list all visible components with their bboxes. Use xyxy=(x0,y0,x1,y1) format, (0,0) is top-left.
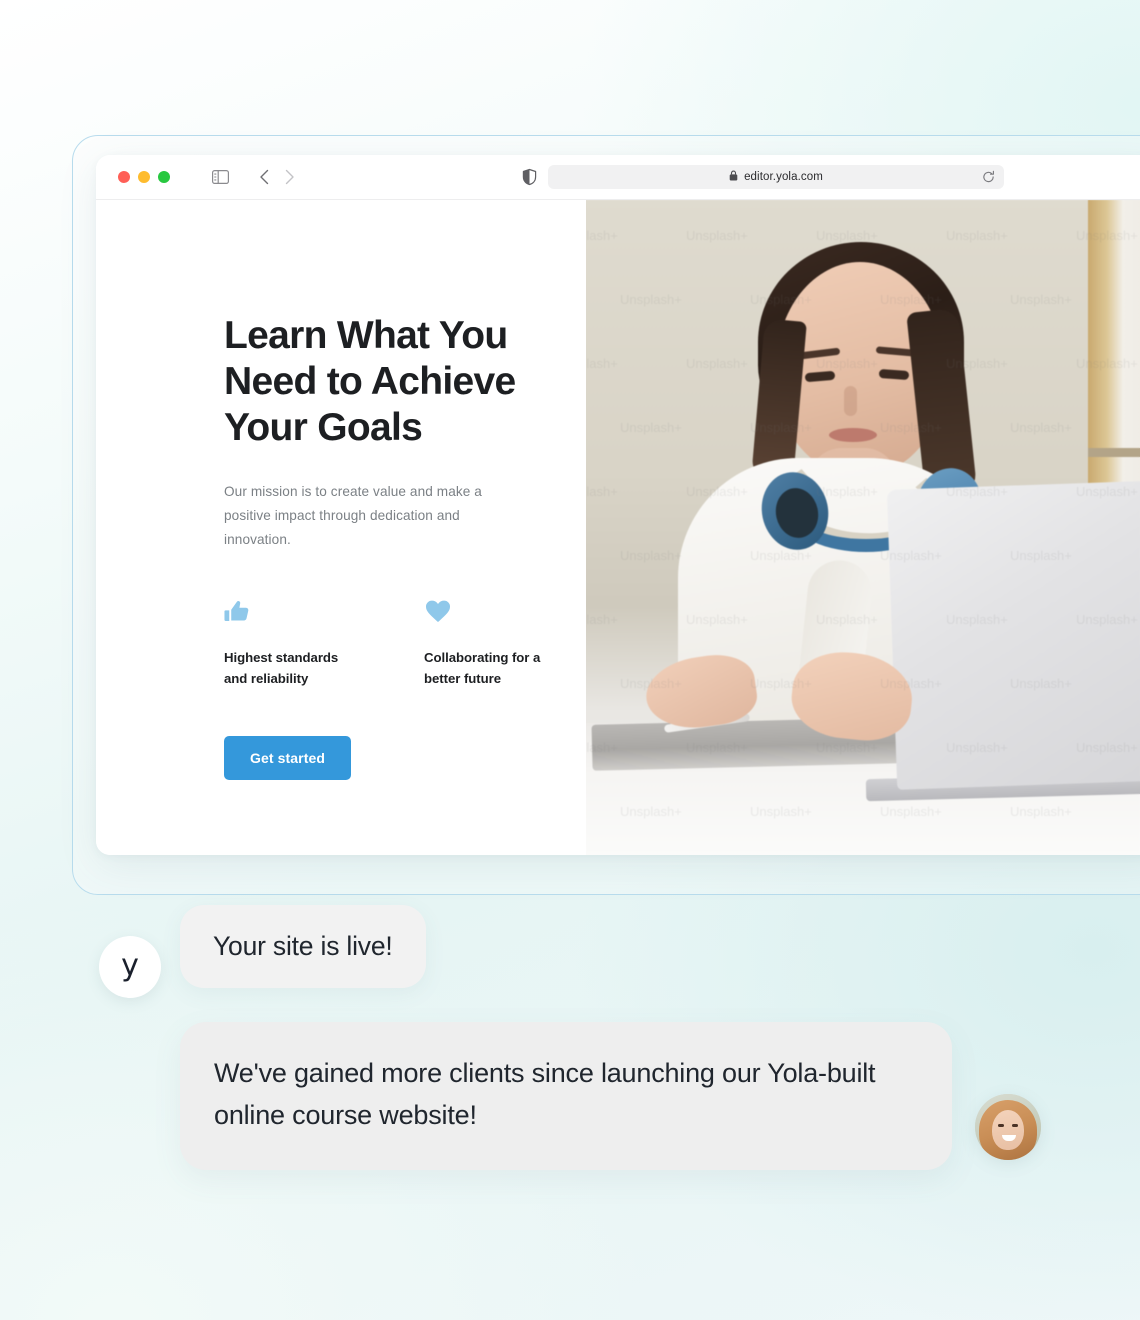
photo-watermark: Unsplash+ xyxy=(686,228,748,243)
feature-list: Highest standards and reliability Collab… xyxy=(224,598,586,689)
browser-toolbar: editor.yola.com xyxy=(96,155,1140,200)
url-bar[interactable]: editor.yola.com xyxy=(548,165,1004,189)
feature-item: Highest standards and reliability xyxy=(224,598,359,689)
photo-watermark: Unsplash+ xyxy=(586,612,618,627)
chevron-right-icon[interactable] xyxy=(284,169,295,185)
sidebar-icon[interactable] xyxy=(212,170,229,184)
url-bar-content: editor.yola.com xyxy=(729,168,823,186)
thumbs-up-icon xyxy=(224,598,359,628)
feature-label: Collaborating for a better future xyxy=(424,650,541,686)
chevron-left-icon[interactable] xyxy=(259,169,270,185)
chat-bubble-site-live: Your site is live! xyxy=(180,905,426,989)
shield-icon[interactable] xyxy=(522,168,537,186)
avatar-eye-left xyxy=(998,1124,1004,1127)
get-started-button[interactable]: Get started xyxy=(224,736,352,780)
photo-watermark: Unsplash+ xyxy=(586,484,618,499)
url-text: editor.yola.com xyxy=(744,171,823,183)
photo-watermark: Unsplash+ xyxy=(586,228,618,243)
close-button[interactable] xyxy=(118,171,130,183)
photo-watermark: Unsplash+ xyxy=(686,356,748,371)
browser-window: editor.yola.com Learn What You Need to A… xyxy=(96,155,1140,855)
brand-avatar: y xyxy=(99,936,161,998)
avatar-face xyxy=(992,1110,1024,1150)
person-nose xyxy=(844,386,857,416)
window-controls[interactable] xyxy=(118,171,170,183)
hero-text-column: Learn What You Need to Achieve Your Goal… xyxy=(96,200,586,855)
site-page-content: Learn What You Need to Achieve Your Goal… xyxy=(96,200,1140,855)
photo-watermark: Unsplash+ xyxy=(946,228,1008,243)
maximize-button[interactable] xyxy=(158,171,170,183)
avatar xyxy=(975,1094,1041,1160)
hero-image: Unsplash+ Unsplash+ Unsplash+ Unsplash+ Unsp… xyxy=(586,200,1140,855)
photo-watermark: Unsplash+ xyxy=(1010,420,1072,435)
laptop-device xyxy=(886,480,1140,790)
heart-icon xyxy=(424,598,559,628)
page-root: editor.yola.com Learn What You Need to A… xyxy=(0,0,1140,1320)
shelf-edge xyxy=(1088,448,1140,457)
photo-watermark: Unsplash+ xyxy=(816,228,878,243)
avatar-eye-right xyxy=(1012,1124,1018,1127)
chat-message-text: We've gained more clients since launchin… xyxy=(214,1058,876,1130)
minimize-button[interactable] xyxy=(138,171,150,183)
feature-label: Highest standards and reliability xyxy=(224,650,339,686)
chat-bubble-testimonial: We've gained more clients since launchin… xyxy=(180,1022,952,1170)
person-lips xyxy=(829,428,877,442)
yola-logo-letter: y xyxy=(121,948,139,983)
photo-watermark: Unsplash+ xyxy=(586,356,618,371)
hero-subtitle: Our mission is to create value and make … xyxy=(224,484,482,547)
page-title: Learn What You Need to Achieve Your Goal… xyxy=(224,314,516,449)
lock-icon xyxy=(729,168,738,186)
photo-watermark: Unsplash+ xyxy=(620,292,682,307)
photo-watermark: Unsplash+ xyxy=(620,548,682,563)
feature-item: Collaborating for a better future xyxy=(424,598,559,689)
photo-watermark: Unsplash+ xyxy=(620,420,682,435)
reload-icon[interactable] xyxy=(982,170,995,184)
chat-message-text: Your site is live! xyxy=(213,931,393,961)
photo-watermark: Unsplash+ xyxy=(1010,292,1072,307)
